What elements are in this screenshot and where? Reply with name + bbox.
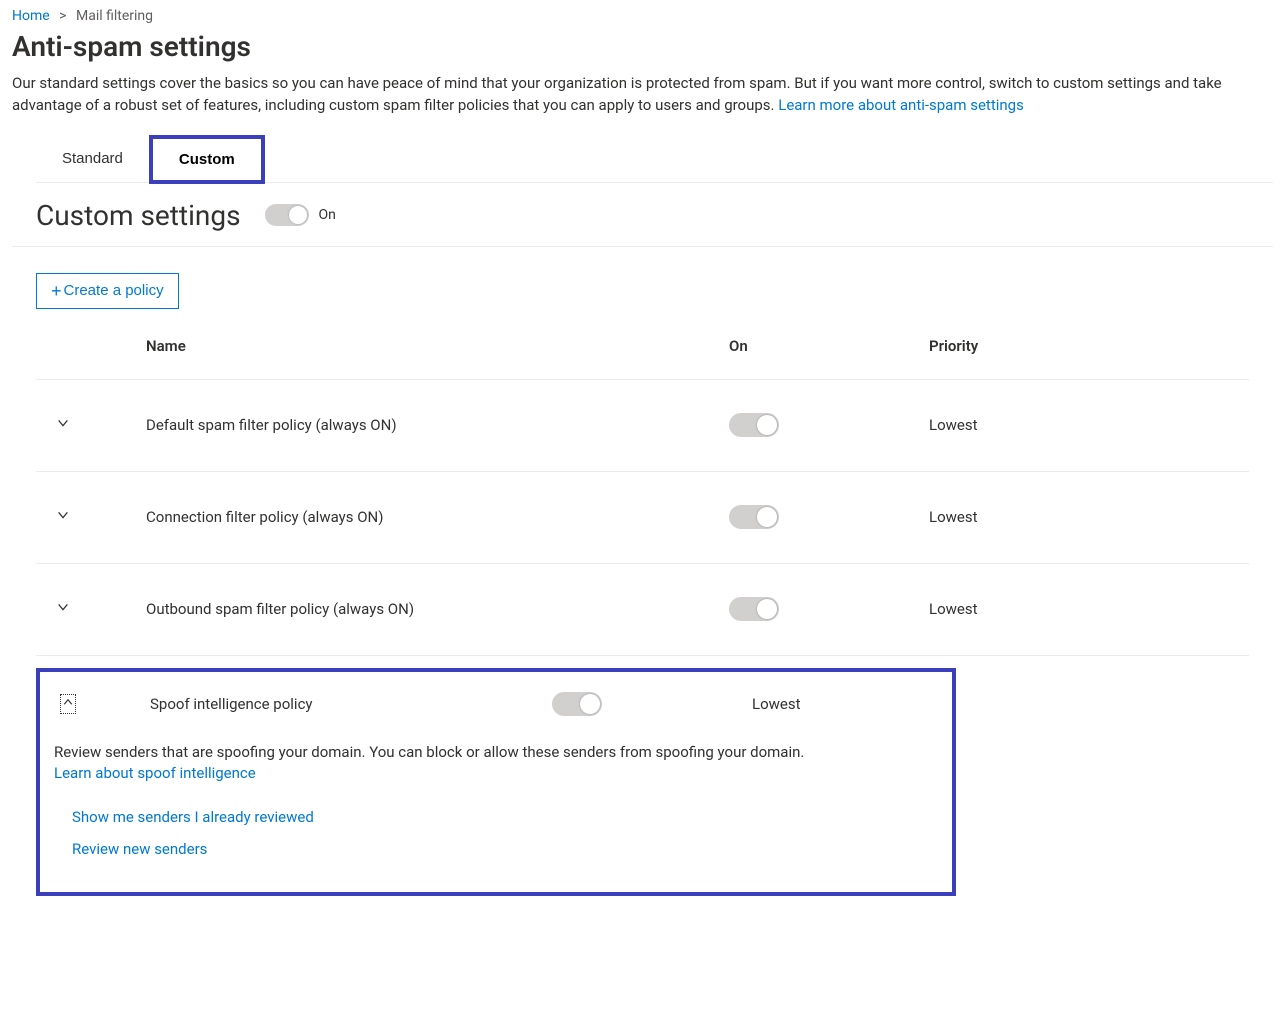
custom-settings-title: Custom settings [36, 199, 241, 232]
policy-name: Outbound spam filter policy (always ON) [146, 600, 729, 618]
policy-on-toggle[interactable] [729, 505, 779, 529]
header-on: On [729, 337, 929, 355]
show-reviewed-senders-link[interactable]: Show me senders I already reviewed [72, 808, 938, 826]
policy-on-toggle[interactable] [729, 413, 779, 437]
page-description: Our standard settings cover the basics s… [12, 73, 1273, 117]
learn-more-link[interactable]: Learn more about anti-spam settings [778, 96, 1024, 114]
table-row: Spoof intelligence policy Lowest [40, 672, 952, 736]
table-header: Name On Priority [36, 325, 1249, 380]
header-priority: Priority [929, 337, 1129, 355]
page-description-text: Our standard settings cover the basics s… [12, 74, 1222, 114]
spoof-intelligence-panel: Spoof intelligence policy Lowest Review … [36, 668, 956, 896]
expand-toggle[interactable] [40, 694, 150, 714]
chevron-down-icon [56, 416, 68, 428]
tabs: Standard Custom [36, 135, 1273, 183]
expand-toggle[interactable] [36, 508, 146, 526]
policy-priority: Lowest [929, 416, 1129, 434]
policy-name: Connection filter policy (always ON) [146, 508, 729, 526]
custom-settings-header: Custom settings On [12, 183, 1273, 247]
create-policy-button[interactable]: + Create a policy [36, 273, 179, 309]
breadcrumb: Home > Mail filtering [12, 8, 1273, 24]
policy-table: Name On Priority Default spam filter pol… [36, 325, 1249, 656]
policy-priority: Lowest [752, 695, 952, 713]
table-row: Default spam filter policy (always ON) L… [36, 380, 1249, 472]
chevron-down-icon [56, 600, 68, 612]
policy-on-toggle[interactable] [552, 692, 602, 716]
plus-icon: + [51, 282, 62, 300]
policy-priority: Lowest [929, 508, 1129, 526]
chevron-down-icon [56, 508, 68, 520]
breadcrumb-home[interactable]: Home [12, 8, 50, 24]
learn-spoof-link[interactable]: Learn about spoof intelligence [54, 764, 256, 782]
spoof-panel-description: Review senders that are spoofing your do… [54, 743, 804, 761]
page-title: Anti-spam settings [12, 30, 1273, 63]
create-policy-label: Create a policy [64, 282, 164, 299]
custom-settings-toggle-label: On [319, 207, 336, 223]
header-name: Name [146, 337, 729, 355]
table-row: Connection filter policy (always ON) Low… [36, 472, 1249, 564]
tab-standard[interactable]: Standard [36, 135, 149, 182]
review-new-senders-link[interactable]: Review new senders [72, 840, 938, 858]
expand-toggle[interactable] [36, 416, 146, 434]
policy-on-toggle[interactable] [729, 597, 779, 621]
breadcrumb-current: Mail filtering [76, 8, 153, 24]
tab-custom[interactable]: Custom [149, 135, 265, 184]
chevron-up-icon [60, 694, 76, 714]
custom-settings-toggle[interactable] [265, 204, 309, 226]
table-row: Outbound spam filter policy (always ON) … [36, 564, 1249, 656]
breadcrumb-separator: > [59, 8, 66, 24]
policy-name: Spoof intelligence policy [150, 695, 552, 713]
expand-toggle[interactable] [36, 600, 146, 618]
policy-priority: Lowest [929, 600, 1129, 618]
policy-name: Default spam filter policy (always ON) [146, 416, 729, 434]
